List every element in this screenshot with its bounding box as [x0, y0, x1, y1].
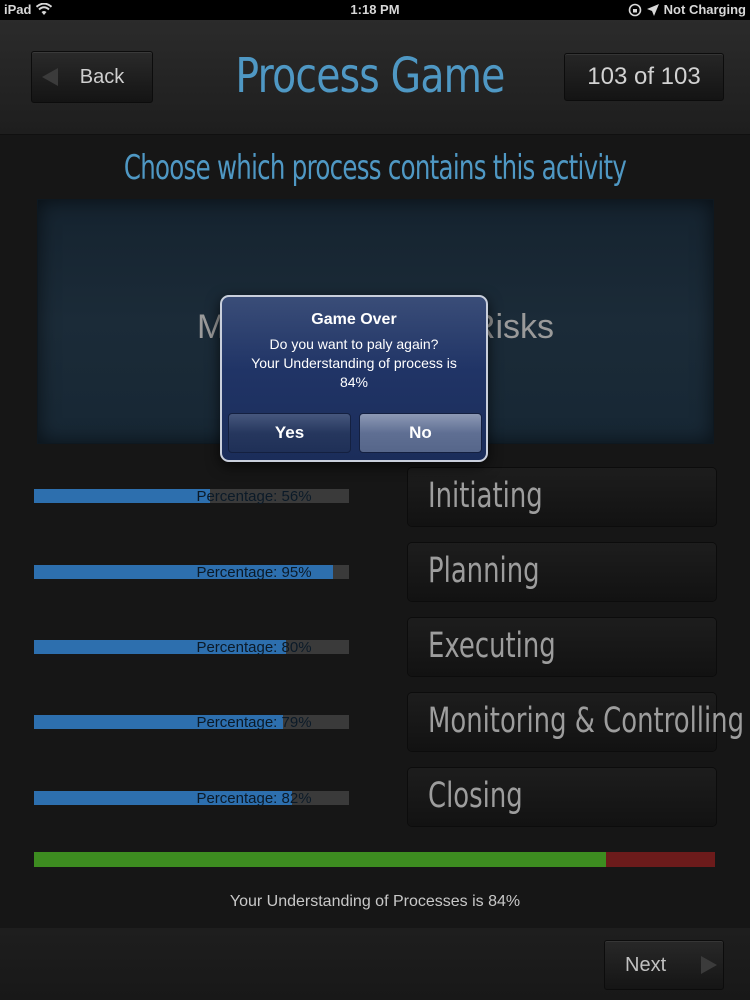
footer: Next — [0, 928, 750, 1000]
overall-progress-fill — [34, 852, 607, 867]
next-button-label: Next — [625, 954, 667, 976]
process-button-monitoring-controlling[interactable]: Monitoring & Controlling — [408, 693, 744, 751]
battery-status-text: Not Charging — [663, 2, 746, 17]
stat-bar-planning: Percentage: 95% — [34, 564, 349, 581]
process-button-label: Closing — [428, 776, 523, 816]
process-button-label: Planning — [428, 551, 540, 591]
location-arrow-icon — [646, 3, 659, 16]
stat-bar-monitoring: Percentage: 79% — [34, 714, 349, 731]
rotation-lock-icon — [628, 3, 641, 16]
stat-bar-initiating: Percentage: 56% — [34, 488, 349, 505]
back-button[interactable]: Back — [31, 51, 153, 103]
next-arrow-icon — [701, 956, 717, 974]
process-button-planning[interactable]: Planning — [408, 543, 716, 601]
stat-bar-executing: Percentage: 80% — [34, 639, 349, 656]
process-button-closing[interactable]: Closing — [408, 768, 716, 826]
game-over-dialog: Game Over Do you want to paly again? You… — [220, 295, 488, 462]
overall-progress-bar — [34, 852, 715, 867]
overall-understanding-text: Your Understanding of Processes is 84% — [229, 893, 521, 910]
back-arrow-icon — [42, 68, 58, 86]
process-button-label: Executing — [428, 626, 556, 666]
dialog-title: Game Over — [311, 311, 397, 328]
question-prompt: Choose which process contains this activ… — [123, 148, 627, 188]
yes-button[interactable]: Yes — [228, 413, 351, 453]
question-counter: 103 of 103 — [564, 53, 724, 101]
process-button-executing[interactable]: Executing — [408, 618, 716, 676]
no-button[interactable]: No — [359, 413, 482, 453]
back-button-label: Back — [79, 66, 125, 88]
status-bar: iPad 1:18 PM Not Charging — [0, 0, 750, 20]
stat-bar-closing: Percentage: 82% — [34, 790, 349, 807]
process-button-label: Initiating — [428, 476, 543, 516]
process-button-initiating[interactable]: Initiating — [408, 468, 716, 526]
dialog-message: Do you want to paly again? Your Understa… — [251, 336, 457, 390]
process-button-label: Monitoring & Controlling — [428, 701, 745, 741]
next-button[interactable]: Next — [604, 940, 724, 990]
header: Back Process Game 103 of 103 — [0, 20, 750, 135]
page-title: Process Game — [235, 48, 505, 104]
